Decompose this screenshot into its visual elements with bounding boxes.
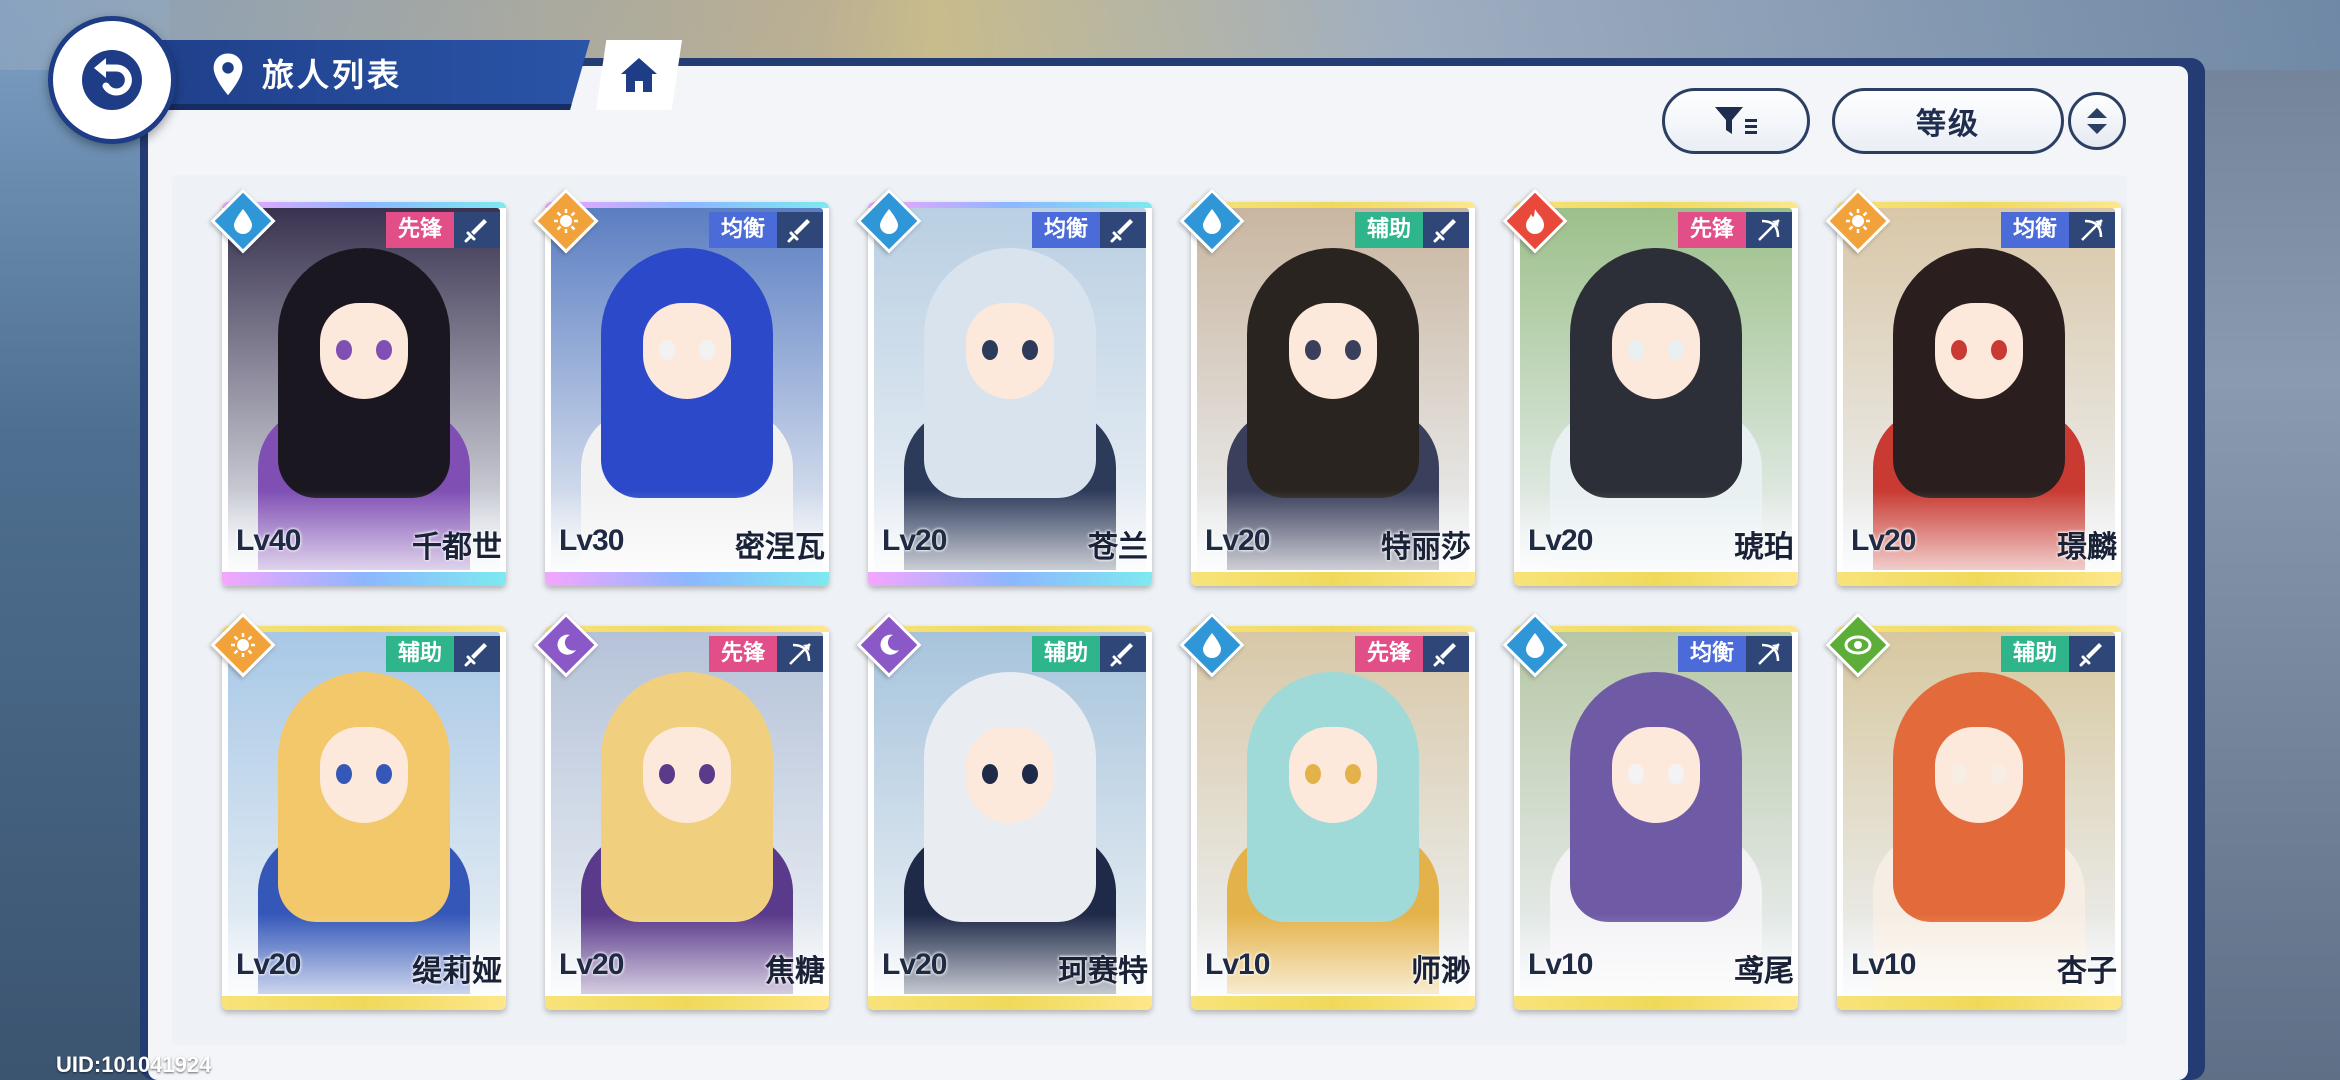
character-portrait: [1197, 632, 1469, 994]
role-badge: 先锋: [708, 636, 777, 672]
role-badge: 辅助: [1354, 212, 1423, 248]
rarity-bottom-bar: [545, 996, 829, 1010]
home-icon: [621, 58, 657, 92]
rarity-bottom-bar: [1837, 572, 2121, 586]
back-arrow-icon: [82, 50, 142, 110]
character-name: 师渺: [1411, 954, 1471, 989]
rarity-bottom-bar: [868, 572, 1152, 586]
bow-weapon-icon: [1746, 636, 1792, 672]
level-label: Lv20: [1205, 524, 1270, 557]
level-label: Lv20: [1528, 524, 1593, 557]
rarity-bottom-bar: [1837, 996, 2121, 1010]
sword-weapon-icon: [777, 212, 823, 248]
sword-weapon-icon: [454, 212, 500, 248]
page-title: 旅人列表: [262, 56, 403, 94]
sort-order-toggle[interactable]: [2068, 92, 2126, 150]
filter-icon: [1715, 107, 1757, 134]
role-badge: 先锋: [1677, 212, 1746, 248]
character-name: 特丽莎: [1381, 530, 1471, 565]
character-card[interactable]: Lv40 千都世 先锋: [222, 202, 506, 586]
rarity-bottom-bar: [868, 996, 1152, 1010]
role-badge: 先锋: [385, 212, 454, 248]
sword-weapon-icon: [2069, 636, 2115, 672]
rarity-bottom-bar: [1191, 572, 1475, 586]
character-name: 鸢尾: [1734, 954, 1794, 989]
character-name: 杏子: [2057, 954, 2117, 989]
character-portrait: [874, 208, 1146, 570]
role-badge: 均衡: [2000, 212, 2069, 248]
level-label: Lv20: [882, 524, 947, 557]
level-label: Lv10: [1528, 948, 1593, 981]
rarity-bottom-bar: [1514, 572, 1798, 586]
character-card[interactable]: Lv20 琥珀 先锋: [1514, 202, 1798, 586]
character-portrait: [1197, 208, 1469, 570]
filter-button[interactable]: [1662, 88, 1810, 154]
character-name: 璟麟: [2057, 530, 2117, 565]
role-badge: 辅助: [1031, 636, 1100, 672]
character-portrait: [228, 632, 500, 994]
back-button[interactable]: [48, 16, 176, 144]
sword-weapon-icon: [1100, 212, 1146, 248]
character-card[interactable]: Lv20 焦糖 先锋: [545, 626, 829, 1010]
character-card[interactable]: Lv20 特丽莎 辅助: [1191, 202, 1475, 586]
character-portrait: [1843, 208, 2115, 570]
character-portrait: [228, 208, 500, 570]
role-badge: 均衡: [1677, 636, 1746, 672]
location-pin-icon: [213, 53, 243, 96]
character-portrait: [874, 632, 1146, 994]
character-portrait: [1520, 632, 1792, 994]
character-card[interactable]: Lv20 璟麟 均衡: [1837, 202, 2121, 586]
level-label: Lv20: [236, 948, 301, 981]
character-portrait: [551, 208, 823, 570]
character-portrait: [551, 632, 823, 994]
rarity-bottom-bar: [545, 572, 829, 586]
character-card[interactable]: Lv10 杏子 辅助: [1837, 626, 2121, 1010]
character-card[interactable]: Lv10 师渺 先锋: [1191, 626, 1475, 1010]
rarity-bottom-bar: [1514, 996, 1798, 1010]
character-name: 焦糖: [765, 954, 825, 989]
level-label: Lv10: [1205, 948, 1270, 981]
sort-by-button[interactable]: 等级: [1832, 88, 2064, 154]
role-badge: 均衡: [708, 212, 777, 248]
character-card[interactable]: Lv30 密涅瓦 均衡: [545, 202, 829, 586]
sword-weapon-icon: [1423, 212, 1469, 248]
character-card[interactable]: Lv20 珂赛特 辅助: [868, 626, 1152, 1010]
character-portrait: [1843, 632, 2115, 994]
character-name: 苍兰: [1088, 530, 1148, 565]
sword-weapon-icon: [454, 636, 500, 672]
level-label: Lv20: [559, 948, 624, 981]
role-badge: 均衡: [1031, 212, 1100, 248]
bow-weapon-icon: [1746, 212, 1792, 248]
home-button[interactable]: [596, 40, 682, 110]
sword-weapon-icon: [1423, 636, 1469, 672]
uid-label: UID:101041924: [56, 1052, 212, 1077]
character-name: 珂赛特: [1058, 954, 1148, 989]
character-card[interactable]: Lv20 苍兰 均衡: [868, 202, 1152, 586]
character-portrait: [1520, 208, 1792, 570]
role-badge: 辅助: [385, 636, 454, 672]
level-label: Lv40: [236, 524, 301, 557]
level-label: Lv20: [1851, 524, 1916, 557]
up-down-arrows-icon: [2087, 108, 2107, 134]
rarity-bottom-bar: [222, 572, 506, 586]
rarity-bottom-bar: [1191, 996, 1475, 1010]
character-card[interactable]: Lv20 缇莉娅 辅助: [222, 626, 506, 1010]
rarity-bottom-bar: [222, 996, 506, 1010]
character-name: 琥珀: [1734, 530, 1794, 565]
character-card[interactable]: Lv10 鸢尾 均衡: [1514, 626, 1798, 1010]
level-label: Lv20: [882, 948, 947, 981]
sword-weapon-icon: [1100, 636, 1146, 672]
role-badge: 辅助: [2000, 636, 2069, 672]
character-name: 密涅瓦: [735, 530, 825, 565]
level-label: Lv10: [1851, 948, 1916, 981]
bow-weapon-icon: [777, 636, 823, 672]
character-name: 千都世: [412, 530, 502, 565]
character-name: 缇莉娅: [412, 954, 502, 989]
role-badge: 先锋: [1354, 636, 1423, 672]
bow-weapon-icon: [2069, 212, 2115, 248]
level-label: Lv30: [559, 524, 624, 557]
